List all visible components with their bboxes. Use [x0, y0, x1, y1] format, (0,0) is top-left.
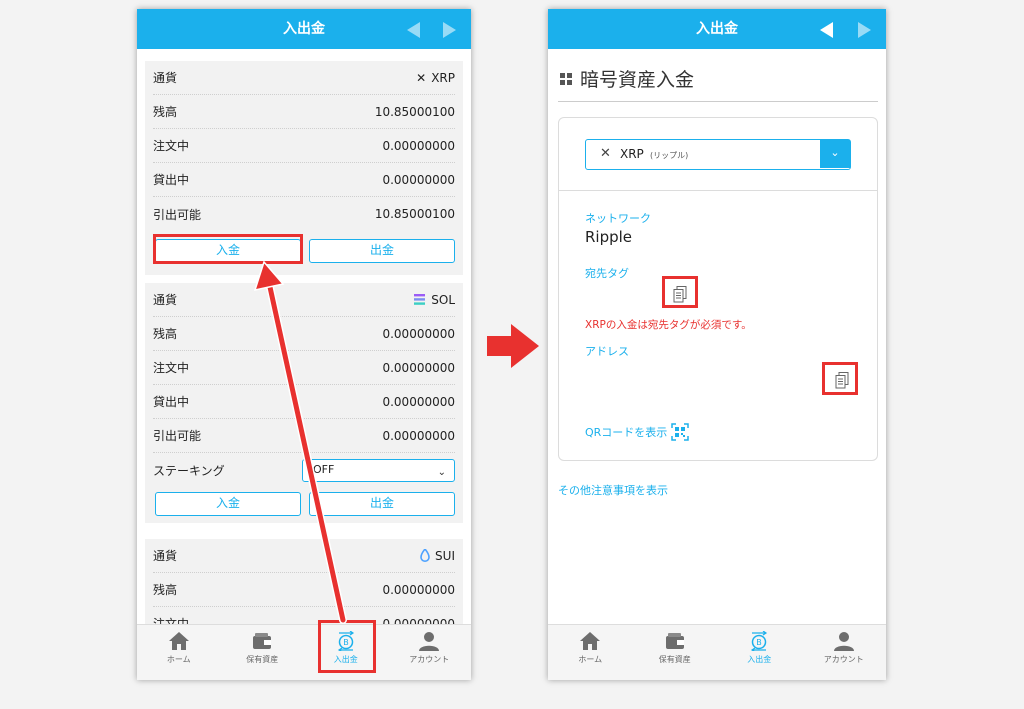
right-arrow-icon — [487, 324, 539, 368]
